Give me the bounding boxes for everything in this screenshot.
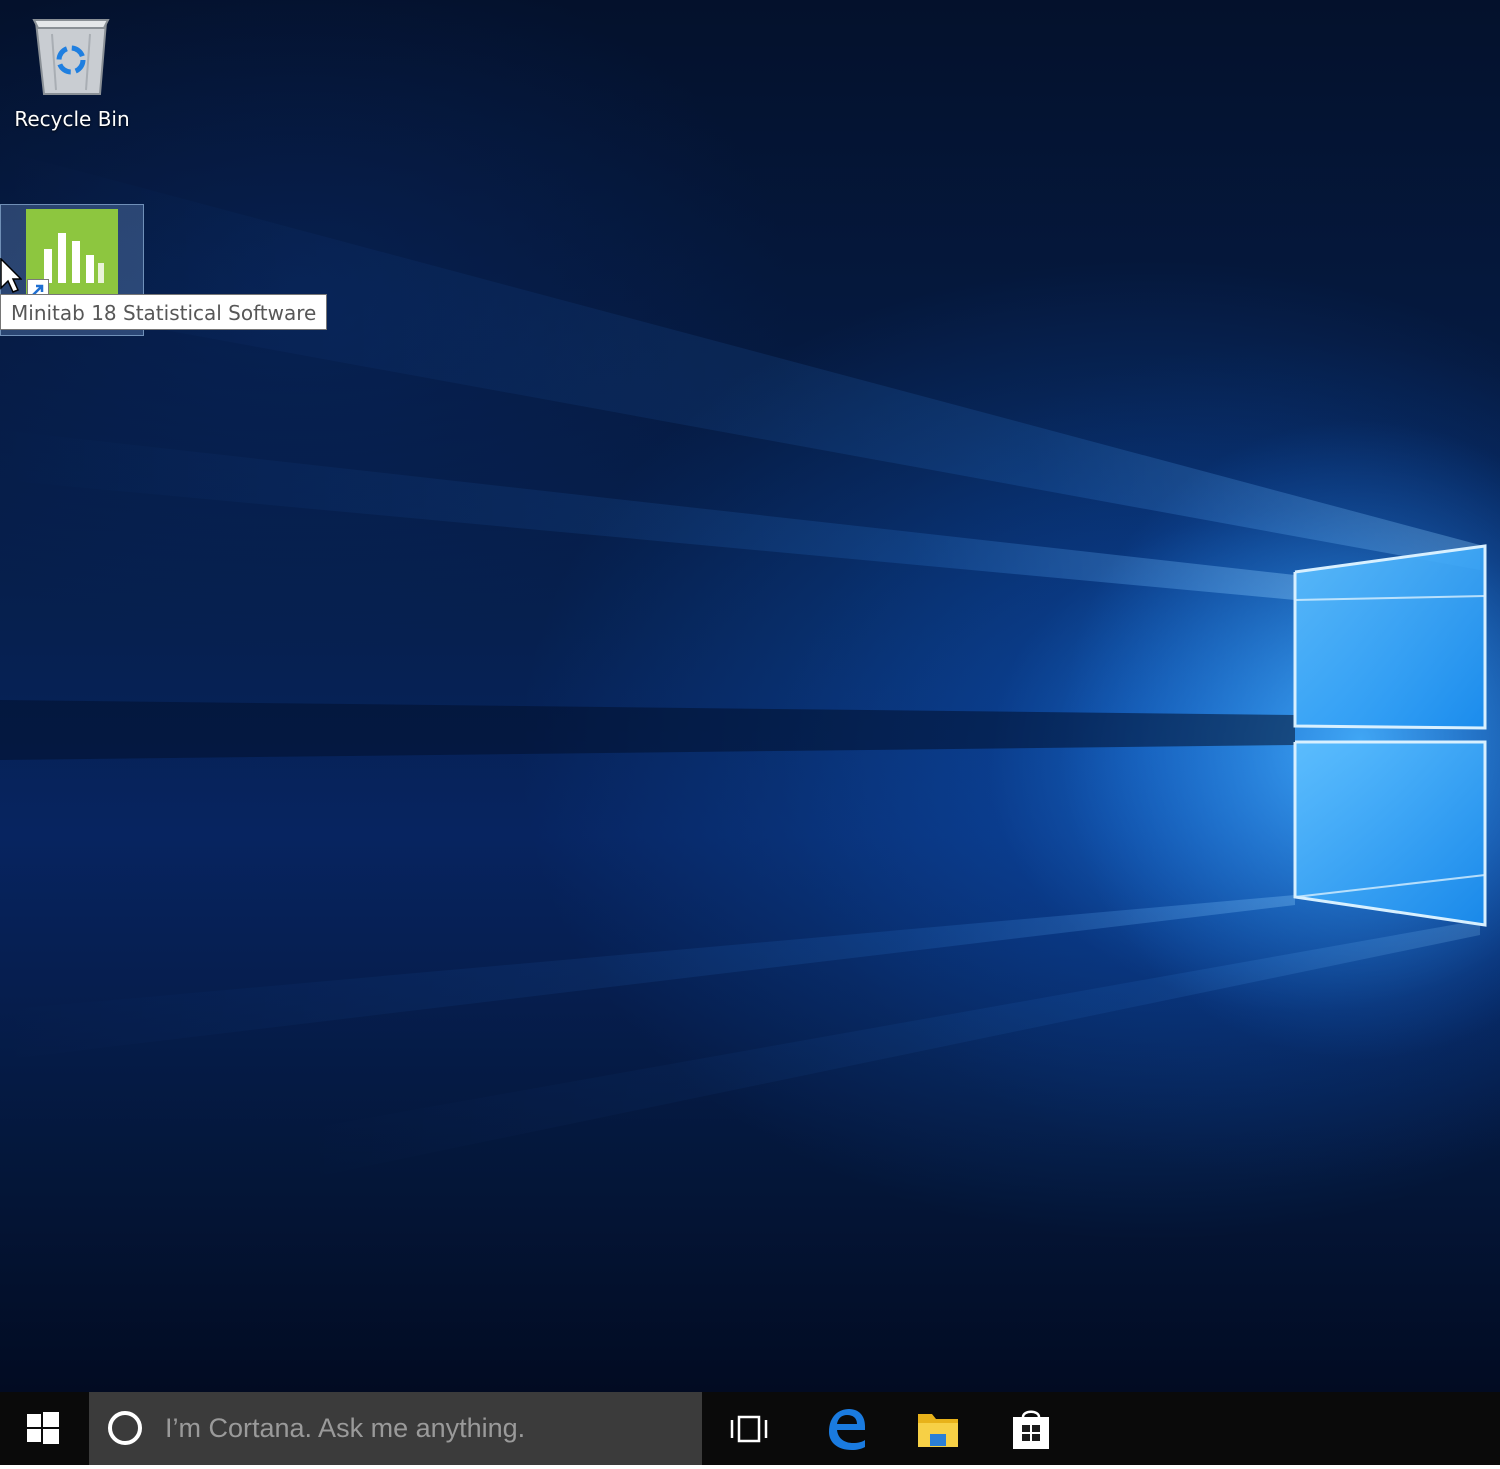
store-button[interactable] — [985, 1392, 1077, 1465]
desktop-icon-label: Recycle Bin — [14, 107, 130, 131]
cortana-search-box[interactable]: I’m Cortana. Ask me anything. — [89, 1392, 702, 1465]
cortana-icon — [108, 1411, 142, 1445]
edge-button[interactable] — [799, 1392, 891, 1465]
file-explorer-button[interactable] — [892, 1392, 984, 1465]
task-view-button[interactable] — [703, 1392, 795, 1465]
mouse-cursor-icon — [0, 258, 22, 293]
windows-logo-icon — [27, 1412, 59, 1444]
wallpaper — [0, 150, 1500, 1180]
tooltip: Minitab 18 Statistical Software — [0, 294, 328, 330]
recycle-bin-icon — [32, 19, 110, 95]
task-view-icon — [730, 1415, 768, 1443]
edge-icon — [829, 1409, 865, 1450]
taskbar: I’m Cortana. Ask me anything. — [0, 1392, 1500, 1465]
store-icon — [1013, 1410, 1049, 1449]
search-placeholder: I’m Cortana. Ask me anything. — [165, 1413, 526, 1443]
start-button[interactable] — [0, 1392, 88, 1465]
folder-icon — [918, 1414, 958, 1447]
desktop[interactable]: Recycle Bin Minitab 18 Statistical Softw… — [0, 0, 1500, 1392]
desktop-icon-recycle-bin[interactable]: Recycle Bin — [0, 8, 144, 140]
